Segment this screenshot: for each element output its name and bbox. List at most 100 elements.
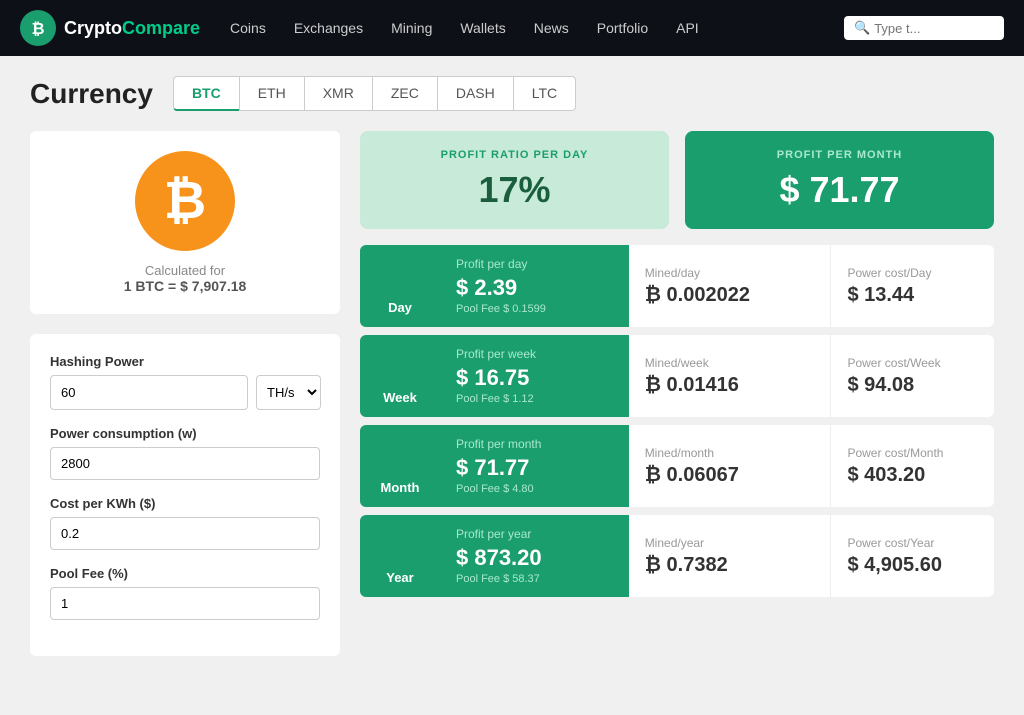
row-power-cell: Power cost/Month $ 403.20 (831, 425, 994, 507)
stat-month-label: PROFIT PER MONTH (707, 149, 972, 161)
tab-btc[interactable]: BTC (173, 76, 239, 111)
stat-cards: PROFIT RATIO PER DAY 17% PROFIT PER MONT… (360, 131, 994, 229)
profit-value: $ 16.75 (456, 365, 613, 391)
row-mined-cell: Mined/week ₿ 0.01416 (629, 335, 832, 417)
table-row: Month Profit per month $ 71.77 Pool Fee … (360, 425, 994, 507)
row-profit-cell: Profit per month $ 71.77 Pool Fee $ 4.80 (440, 425, 629, 507)
row-label-cell: Month (360, 425, 440, 507)
nav-exchanges[interactable]: Exchanges (294, 20, 363, 36)
currency-tabs: BTC ETH XMR ZEC DASH LTC (173, 76, 576, 111)
row-power-cell: Power cost/Year $ 4,905.60 (831, 515, 994, 597)
data-rows-container: Day Profit per day $ 2.39 Pool Fee $ 0.1… (360, 245, 994, 597)
hashing-power-group: Hashing Power TH/s GH/s MH/s (50, 354, 320, 410)
nav-wallets[interactable]: Wallets (460, 20, 505, 36)
mined-value: ₿ 0.06067 (645, 464, 815, 487)
pool-fee-value: Pool Fee $ 4.80 (456, 483, 613, 495)
main-layout: ₿ Calculated for 1 BTC = $ 7,907.18 Hash… (30, 131, 994, 656)
power-label: Power cost/Month (847, 446, 978, 460)
cost-per-kwh-label: Cost per KWh ($) (50, 496, 320, 511)
row-period-label: Week (383, 390, 417, 405)
power-consumption-group: Power consumption (w) (50, 426, 320, 480)
mined-label: Mined/month (645, 446, 815, 460)
pool-fee-group: Pool Fee (%) (50, 566, 320, 620)
row-profit-cell: Profit per day $ 2.39 Pool Fee $ 0.1599 (440, 245, 629, 327)
coin-card: ₿ Calculated for 1 BTC = $ 7,907.18 (30, 131, 340, 314)
hashing-power-input[interactable] (50, 375, 248, 410)
stat-card-ratio: PROFIT RATIO PER DAY 17% (360, 131, 669, 229)
mined-label: Mined/year (645, 536, 815, 550)
power-value: $ 13.44 (847, 284, 978, 307)
power-consumption-input[interactable] (50, 447, 320, 480)
tab-xmr[interactable]: XMR (304, 76, 372, 111)
search-icon: 🔍 (854, 20, 870, 36)
cost-per-kwh-group: Cost per KWh ($) (50, 496, 320, 550)
nav-portfolio[interactable]: Portfolio (597, 20, 648, 36)
calculated-for-label: Calculated for (50, 263, 320, 278)
row-mined-cell: Mined/day ₿ 0.002022 (629, 245, 832, 327)
logo[interactable]: ₿ Crypto Compare (20, 10, 200, 46)
table-row: Year Profit per year $ 873.20 Pool Fee $… (360, 515, 994, 597)
row-power-cell: Power cost/Day $ 13.44 (831, 245, 994, 327)
power-value: $ 94.08 (847, 374, 978, 397)
pool-fee-value: Pool Fee $ 0.1599 (456, 303, 613, 315)
profit-value: $ 2.39 (456, 275, 613, 301)
row-period-label: Year (386, 570, 413, 585)
power-consumption-label: Power consumption (w) (50, 426, 320, 441)
hashing-power-label: Hashing Power (50, 354, 320, 369)
profit-title: Profit per month (456, 437, 613, 451)
row-period-label: Month (381, 480, 420, 495)
profit-title: Profit per year (456, 527, 613, 541)
power-value: $ 4,905.60 (847, 554, 978, 577)
search-input[interactable] (874, 21, 1004, 36)
header: ₿ Crypto Compare Coins Exchanges Mining … (0, 0, 1024, 56)
nav-coins[interactable]: Coins (230, 20, 266, 36)
power-label: Power cost/Year (847, 536, 978, 550)
right-panel: PROFIT RATIO PER DAY 17% PROFIT PER MONT… (360, 131, 994, 656)
row-profit-cell: Profit per week $ 16.75 Pool Fee $ 1.12 (440, 335, 629, 417)
calculator-form: Hashing Power TH/s GH/s MH/s Power consu… (30, 334, 340, 656)
tab-eth[interactable]: ETH (239, 76, 304, 111)
logo-text-crypto: Crypto (64, 18, 122, 39)
tab-ltc[interactable]: LTC (513, 76, 576, 111)
row-power-cell: Power cost/Week $ 94.08 (831, 335, 994, 417)
pool-fee-value: Pool Fee $ 1.12 (456, 393, 613, 405)
hashing-power-unit-select[interactable]: TH/s GH/s MH/s (256, 375, 321, 410)
stat-ratio-label: PROFIT RATIO PER DAY (382, 149, 647, 161)
search-box[interactable]: 🔍 (844, 16, 1004, 40)
profit-title: Profit per week (456, 347, 613, 361)
pool-fee-value: Pool Fee $ 58.37 (456, 573, 613, 585)
mined-value: ₿ 0.002022 (645, 284, 815, 307)
nav-mining[interactable]: Mining (391, 20, 432, 36)
profit-value: $ 873.20 (456, 545, 613, 571)
coin-symbol: ₿ (164, 171, 206, 231)
mined-label: Mined/day (645, 266, 815, 280)
mined-value: ₿ 0.01416 (645, 374, 815, 397)
power-label: Power cost/Day (847, 266, 978, 280)
table-row: Day Profit per day $ 2.39 Pool Fee $ 0.1… (360, 245, 994, 327)
svg-text:₿: ₿ (31, 20, 44, 38)
cost-per-kwh-input[interactable] (50, 517, 320, 550)
stat-ratio-value: 17% (382, 169, 647, 211)
table-row: Week Profit per week $ 16.75 Pool Fee $ … (360, 335, 994, 417)
row-period-label: Day (388, 300, 412, 315)
power-value: $ 403.20 (847, 464, 978, 487)
row-mined-cell: Mined/month ₿ 0.06067 (629, 425, 832, 507)
row-mined-cell: Mined/year ₿ 0.7382 (629, 515, 832, 597)
stat-month-value: $ 71.77 (707, 169, 972, 211)
page-content: Currency BTC ETH XMR ZEC DASH LTC ₿ Calc… (0, 56, 1024, 676)
logo-icon: ₿ (20, 10, 56, 46)
pool-fee-input[interactable] (50, 587, 320, 620)
tab-zec[interactable]: ZEC (372, 76, 437, 111)
nav-news[interactable]: News (534, 20, 569, 36)
nav-api[interactable]: API (676, 20, 699, 36)
mined-label: Mined/week (645, 356, 815, 370)
row-label-cell: Week (360, 335, 440, 417)
left-panel: ₿ Calculated for 1 BTC = $ 7,907.18 Hash… (30, 131, 340, 656)
pool-fee-label: Pool Fee (%) (50, 566, 320, 581)
tab-dash[interactable]: DASH (437, 76, 513, 111)
row-label-cell: Day (360, 245, 440, 327)
currency-header: Currency BTC ETH XMR ZEC DASH LTC (30, 76, 994, 111)
coin-logo: ₿ (135, 151, 235, 251)
logo-text-compare: Compare (122, 18, 200, 39)
calculated-for-value: 1 BTC = $ 7,907.18 (50, 278, 320, 294)
